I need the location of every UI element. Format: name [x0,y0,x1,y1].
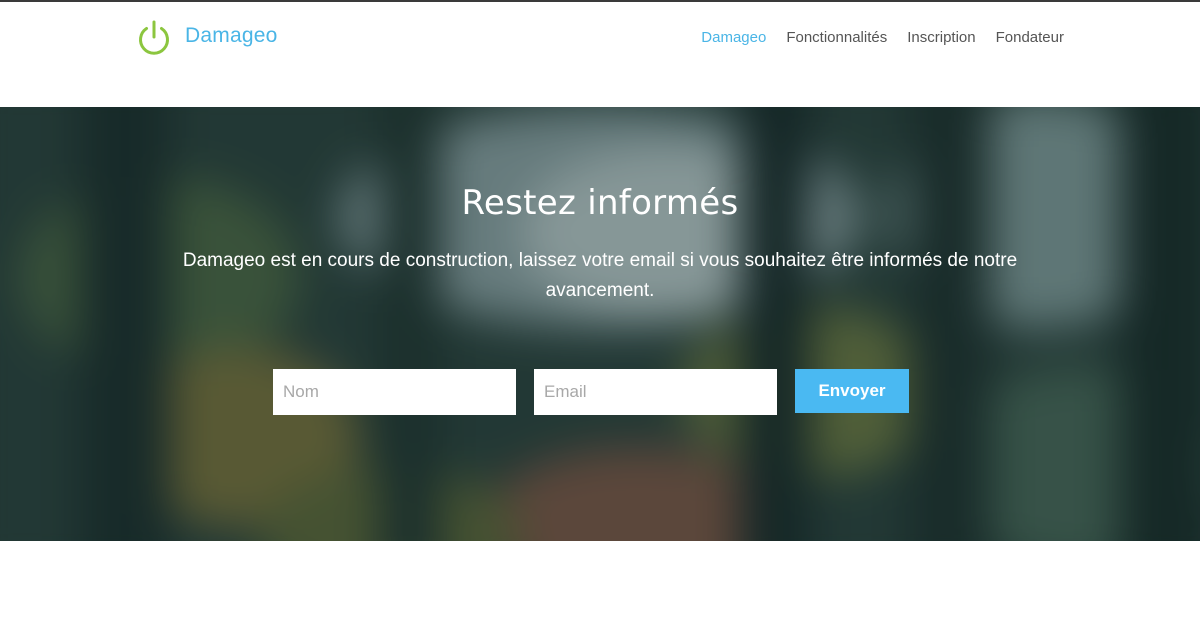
name-input[interactable] [273,369,516,415]
nav-item-inscription[interactable]: Inscription [907,27,975,49]
hero-overlay [0,107,1200,541]
nav-item-fondateur[interactable]: Fondateur [996,27,1064,49]
hero-description: Damageo est en cours de construction, la… [182,250,1018,301]
main-nav: Damageo Fonctionnalités Inscription Fond… [701,27,1064,49]
email-input[interactable] [534,369,777,415]
nav-item-fonctionnalites[interactable]: Fonctionnalités [786,27,887,49]
navbar: Damageo Damageo Fonctionnalités Inscript… [0,2,1200,107]
power-icon [139,20,169,55]
submit-button[interactable]: Envoyer [795,369,909,413]
brand-link[interactable]: Damageo [136,18,277,58]
nav-item-damageo[interactable]: Damageo [701,27,766,49]
hero-title: Restez informés [461,183,739,223]
hero-section: Restez informés Damageo est en cours de … [0,107,1200,541]
brand-name: Damageo [185,24,278,47]
